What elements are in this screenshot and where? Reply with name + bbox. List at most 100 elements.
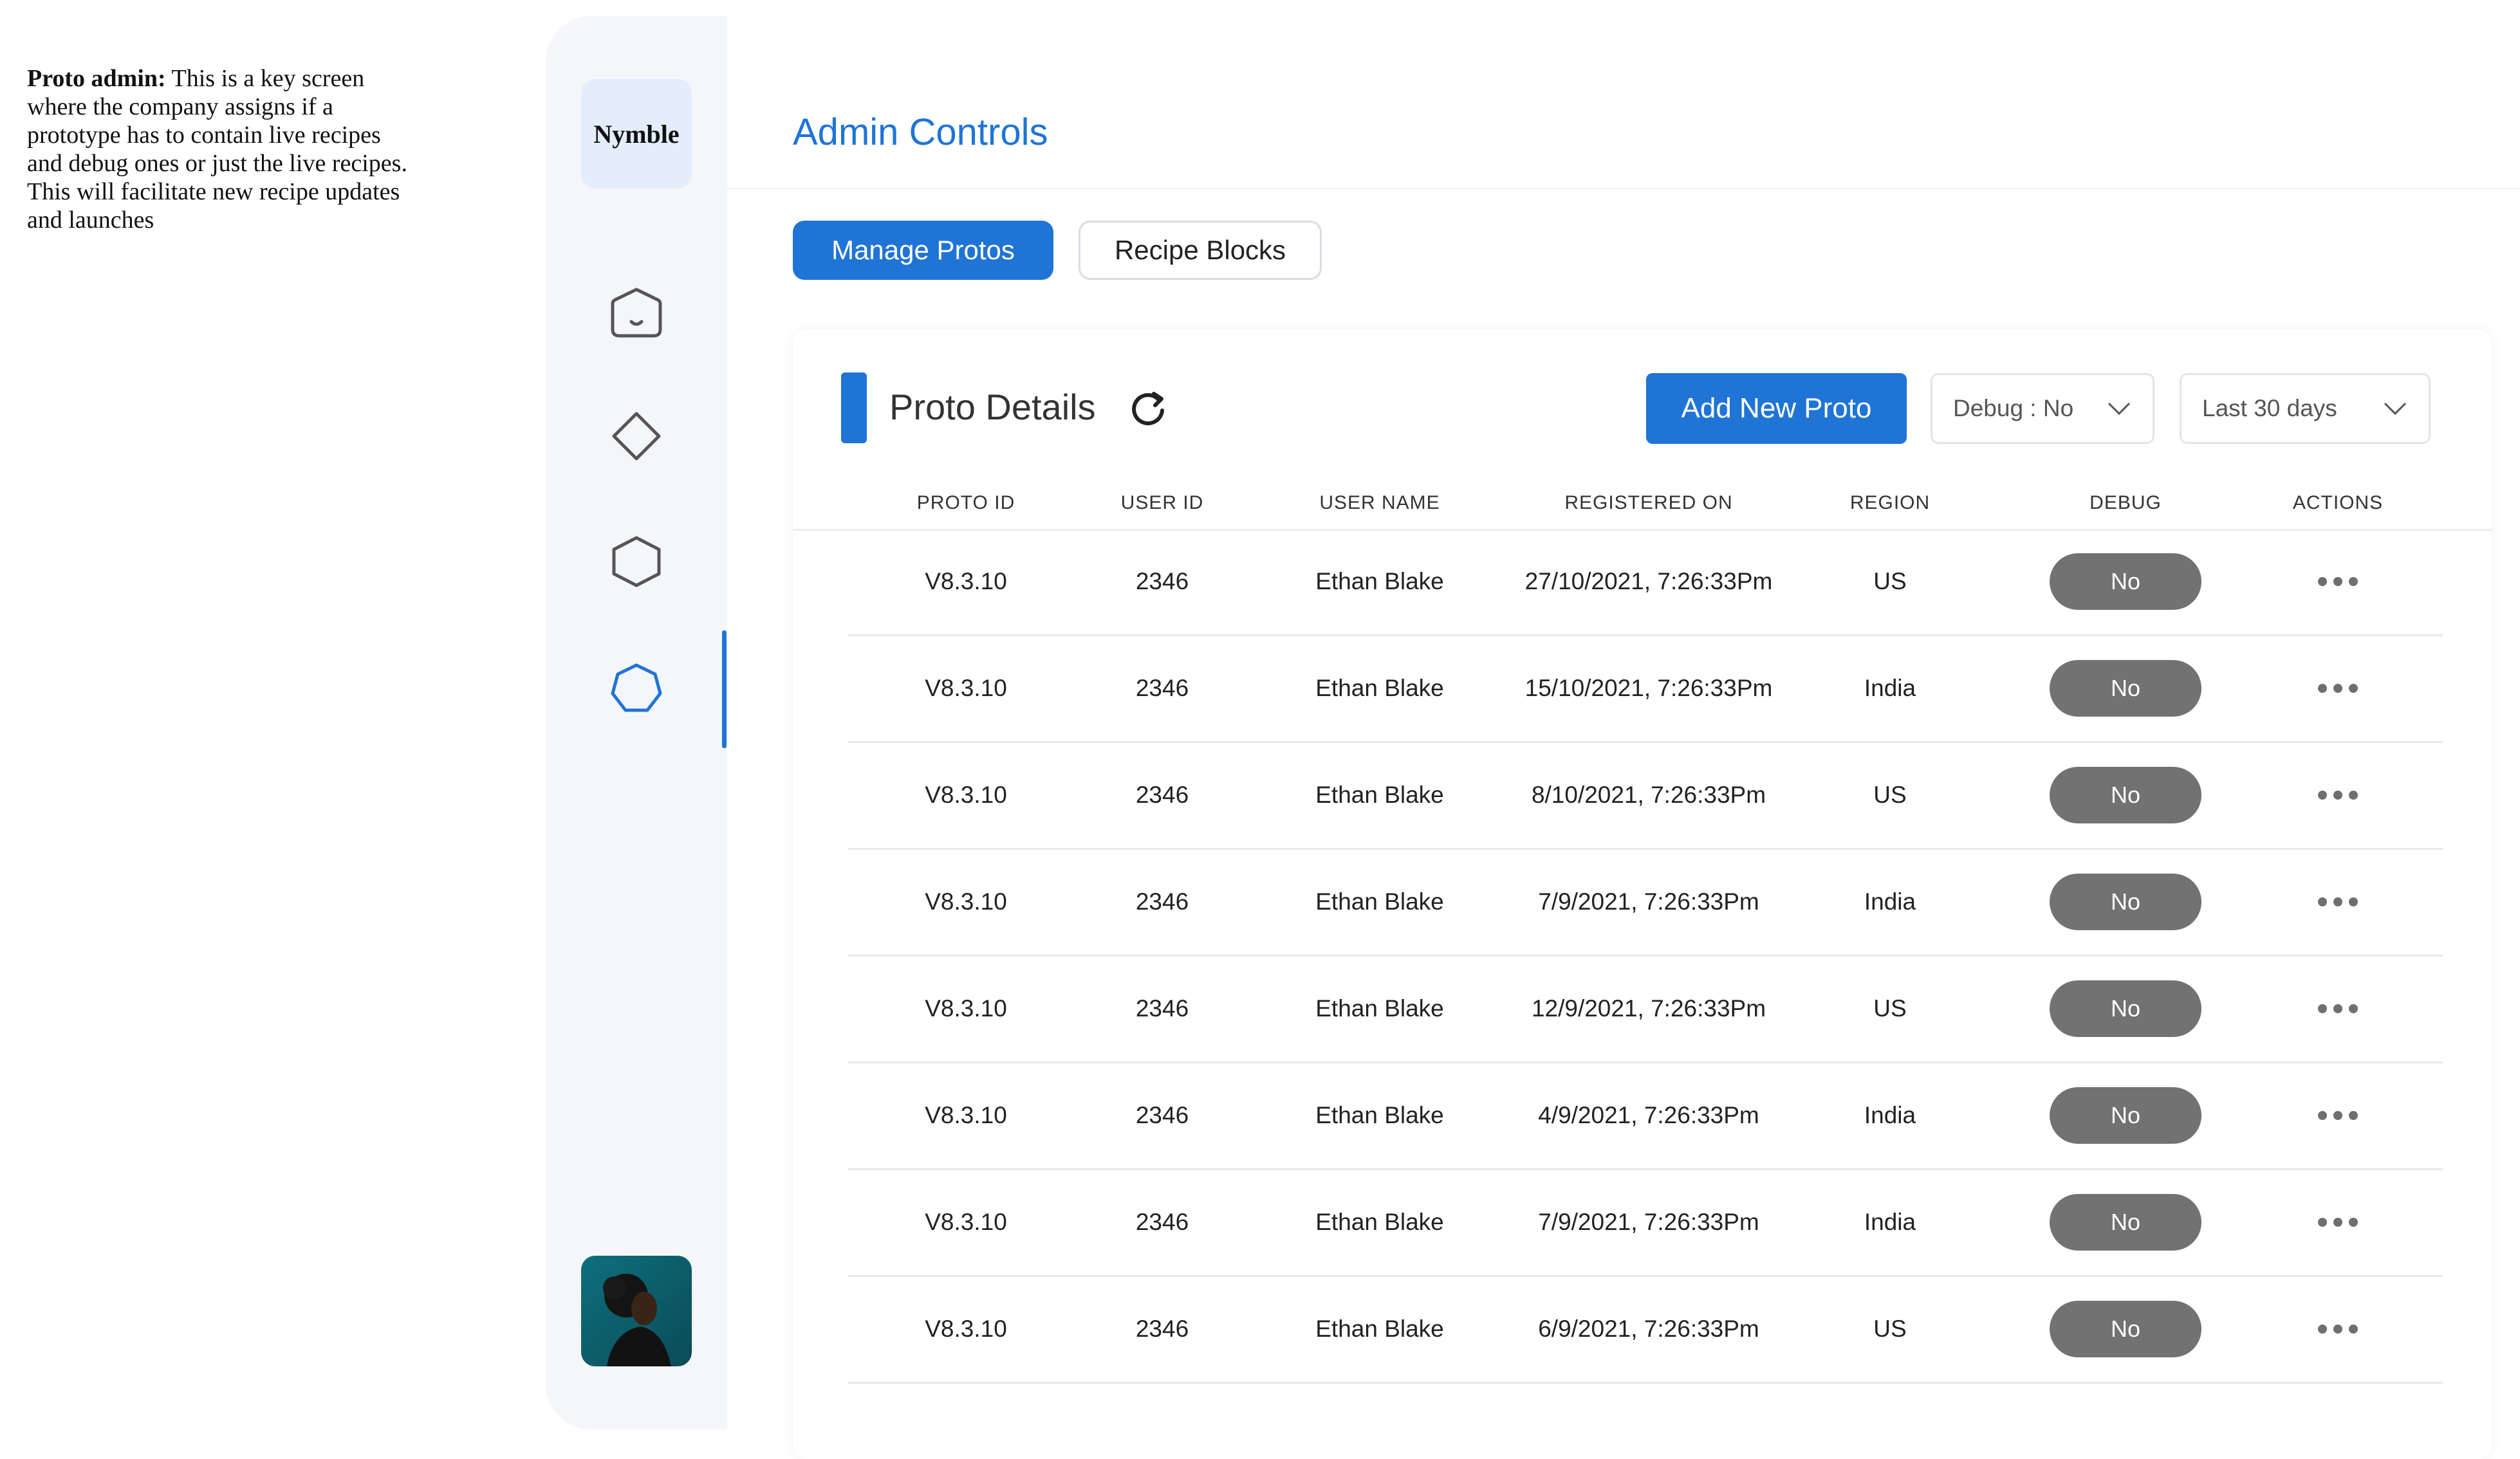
dot [2349, 577, 2358, 586]
cell-registered-on: 15/10/2021, 7:26:33Pm [1524, 675, 1773, 701]
dot [2349, 791, 2358, 800]
annotation-note: Proto admin: This is a key screen where … [27, 64, 413, 234]
dot [2333, 684, 2342, 693]
cell-region: US [1873, 995, 1907, 1022]
dot [2318, 1218, 2327, 1227]
nav-diamond-icon[interactable] [604, 404, 669, 468]
debug-toggle-button[interactable]: No [2050, 1087, 2201, 1144]
cell-debug: No [2045, 636, 2206, 741]
cell-debug: No [2045, 849, 2206, 955]
chevron-down-icon [2384, 402, 2407, 416]
dot [2333, 1111, 2342, 1120]
refresh-icon[interactable] [1126, 386, 1171, 431]
dot [2333, 1004, 2342, 1013]
nav-hexagon-icon[interactable] [604, 529, 669, 594]
table-row[interactable]: V8.3.10 2346 Ethan Blake 4/9/2021, 7:26:33P… [848, 1063, 2443, 1170]
dot [2333, 1218, 2342, 1227]
cell-debug: No [2045, 529, 2206, 634]
proto-details-card: Proto Details Add New Proto Debug : No L… [793, 329, 2492, 1459]
cell-user-name: Ethan Blake [1315, 568, 1444, 594]
column-header-debug[interactable]: DEBUG [2045, 477, 2206, 529]
table-row[interactable]: V8.3.10 2346 Ethan Blake 7/9/2021, 7:26:33P… [848, 849, 2443, 957]
dot [2349, 1111, 2358, 1120]
header-divider [727, 188, 2520, 189]
hexagon-icon [612, 536, 661, 587]
dot [2349, 1325, 2358, 1334]
more-options-icon[interactable] [2318, 1218, 2358, 1227]
cell-user-name: Ethan Blake [1315, 1209, 1444, 1235]
cell-debug: No [2045, 1276, 2206, 1382]
more-options-icon[interactable] [2318, 1325, 2358, 1334]
page-title: Admin Controls [793, 111, 1048, 153]
column-header-registered-on[interactable]: REGISTERED ON [1520, 477, 1777, 529]
table-row[interactable]: V8.3.10 2346 Ethan Blake 12/9/2021, 7:26:33… [848, 956, 2443, 1063]
cell-user-name: Ethan Blake [1315, 995, 1444, 1022]
debug-toggle-button[interactable]: No [2050, 874, 2201, 930]
cell-proto-id: V8.3.10 [925, 995, 1007, 1022]
debug-toggle-button[interactable]: No [2050, 767, 2201, 823]
cell-region: US [1873, 782, 1907, 808]
cell-registered-on: 6/9/2021, 7:26:33Pm [1538, 1316, 1759, 1342]
debug-toggle-button[interactable]: No [2050, 1301, 2201, 1357]
main-content: Admin Controls Manage Protos Recipe Bloc… [727, 0, 2520, 1459]
cell-user-id: 2346 [1135, 1102, 1189, 1128]
more-options-icon[interactable] [2318, 684, 2358, 693]
dot [2318, 791, 2327, 800]
cell-region: India [1864, 888, 1916, 915]
cell-registered-on: 7/9/2021, 7:26:33Pm [1538, 1209, 1759, 1235]
cell-user-id: 2346 [1135, 675, 1189, 701]
table-row[interactable]: V8.3.10 2346 Ethan Blake 15/10/2021, 7:26:3… [848, 636, 2443, 743]
cell-user-id: 2346 [1135, 1209, 1189, 1235]
dot [2318, 1004, 2327, 1013]
dot [2333, 1325, 2342, 1334]
tab-recipe-blocks[interactable]: Recipe Blocks [1079, 221, 1322, 280]
table-row[interactable]: V8.3.10 2346 Ethan Blake 27/10/2021, 7:26:3… [848, 529, 2443, 636]
debug-filter-dropdown[interactable]: Debug : No [1931, 373, 2154, 444]
column-header-proto-id[interactable]: PROTO ID [885, 477, 1046, 529]
more-options-icon[interactable] [2318, 1111, 2358, 1120]
nav-home-icon[interactable] [604, 281, 669, 345]
diamond-icon [612, 412, 661, 461]
more-options-icon[interactable] [2318, 577, 2358, 586]
column-header-user-id[interactable]: USER ID [1082, 477, 1243, 529]
debug-toggle-button[interactable]: No [2050, 1194, 2201, 1251]
debug-toggle-button[interactable]: No [2050, 980, 2201, 1037]
dot [2349, 1218, 2358, 1227]
cell-user-id: 2346 [1135, 1316, 1189, 1342]
cell-actions [2257, 849, 2418, 955]
date-range-dropdown[interactable]: Last 30 days [2180, 373, 2431, 444]
nav-heptagon-icon[interactable] [604, 657, 669, 721]
dot [2318, 897, 2327, 906]
add-new-proto-button[interactable]: Add New Proto [1646, 373, 1907, 444]
more-options-icon[interactable] [2318, 1004, 2358, 1013]
column-header-user-name[interactable]: USER NAME [1267, 477, 1492, 529]
debug-toggle-button[interactable]: No [2050, 660, 2201, 717]
cell-proto-id: V8.3.10 [925, 675, 1007, 701]
column-header-region[interactable]: REGION [1810, 477, 1970, 529]
table-row[interactable]: V8.3.10 2346 Ethan Blake 6/9/2021, 7:26:33P… [848, 1276, 2443, 1384]
cell-user-name: Ethan Blake [1315, 1316, 1444, 1342]
cell-proto-id: V8.3.10 [925, 888, 1007, 915]
more-options-icon[interactable] [2318, 897, 2358, 906]
dot [2318, 1325, 2327, 1334]
cell-user-name: Ethan Blake [1315, 888, 1444, 915]
table-row[interactable]: V8.3.10 2346 Ethan Blake 8/10/2021, 7:26:33… [848, 742, 2443, 850]
debug-filter-value: Debug : No [1953, 395, 2074, 421]
app-logo[interactable]: Nymble [581, 79, 692, 188]
cell-registered-on: 8/10/2021, 7:26:33Pm [1531, 782, 1766, 808]
active-nav-indicator [722, 630, 727, 748]
dot [2333, 897, 2342, 906]
cell-user-id: 2346 [1135, 782, 1189, 808]
more-options-icon[interactable] [2318, 791, 2358, 800]
cell-user-name: Ethan Blake [1315, 782, 1444, 808]
dot [2318, 684, 2327, 693]
cell-registered-on: 7/9/2021, 7:26:33Pm [1538, 888, 1759, 915]
column-header-actions[interactable]: ACTIONS [2257, 477, 2418, 529]
cell-actions [2257, 1276, 2418, 1382]
tab-manage-protos[interactable]: Manage Protos [793, 221, 1053, 280]
dot [2349, 1004, 2358, 1013]
table-row[interactable]: V8.3.10 2346 Ethan Blake 7/9/2021, 7:26:33P… [848, 1170, 2443, 1277]
debug-toggle-button[interactable]: No [2050, 553, 2201, 610]
avatar[interactable] [581, 1256, 692, 1366]
cell-user-id: 2346 [1135, 568, 1189, 594]
